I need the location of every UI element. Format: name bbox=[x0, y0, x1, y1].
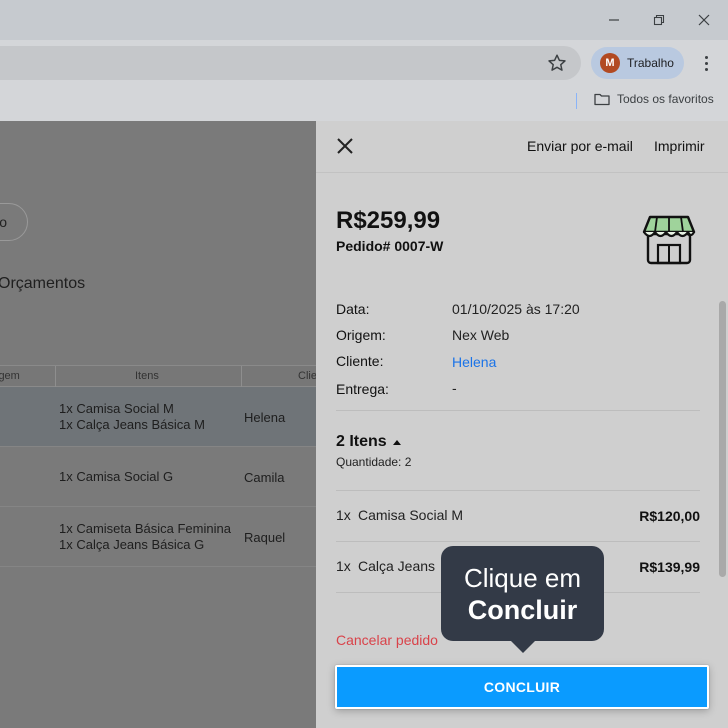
item-name: Calça Jeans bbox=[358, 558, 436, 574]
column-separator bbox=[241, 366, 242, 387]
row-client-cell: Raquel bbox=[244, 529, 286, 545]
pill-button-label: o bbox=[0, 214, 7, 230]
close-panel-button[interactable] bbox=[334, 135, 356, 157]
item-name: Camisa Social M bbox=[358, 507, 464, 523]
detail-value-date: 01/10/2025 às 17:20 bbox=[452, 301, 580, 317]
all-bookmarks-button[interactable]: Todos os favoritos bbox=[594, 92, 714, 106]
items-title: 2 Itens bbox=[336, 433, 387, 450]
item-price: R$139,99 bbox=[639, 559, 700, 575]
tutorial-tooltip: Clique em Concluir bbox=[441, 546, 604, 653]
tooltip-line-2: Concluir bbox=[467, 594, 578, 625]
row-client-cell: Camila bbox=[244, 469, 285, 485]
avatar: M bbox=[600, 53, 620, 73]
detail-label-delivery: Entrega: bbox=[336, 381, 389, 397]
detail-label-origin: Origem: bbox=[336, 327, 386, 343]
tooltip-line-1: Clique em bbox=[463, 562, 582, 593]
cancel-order-link[interactable]: Cancelar pedido bbox=[336, 632, 438, 648]
row-client-cell: Helena bbox=[244, 409, 286, 425]
store-icon bbox=[641, 212, 697, 266]
list-item: 1x Camisa Social M R$120,00 bbox=[336, 491, 700, 541]
items-toggle[interactable]: 2 Itens bbox=[336, 433, 401, 451]
menu-dot-icon bbox=[704, 67, 708, 71]
table-row[interactable]: 1x Camiseta Básica Feminina 1x Calça Jea… bbox=[0, 507, 316, 567]
table-row[interactable]: 1x Camisa Social M 1x Calça Jeans Básica… bbox=[0, 387, 316, 447]
detail-value-delivery: - bbox=[452, 380, 457, 396]
bookmarks-separator bbox=[576, 93, 577, 109]
detail-value-origin: Nex Web bbox=[452, 327, 510, 343]
item-price: R$120,00 bbox=[639, 508, 700, 524]
menu-dot-icon bbox=[704, 61, 708, 65]
row-item-line: 1x Calça Jeans Básica G bbox=[59, 537, 205, 552]
minimize-icon bbox=[609, 19, 619, 21]
browser-title-bar bbox=[0, 0, 728, 40]
row-item-line: 1x Camiseta Básica Feminina bbox=[59, 521, 231, 536]
item-qty: 1x bbox=[336, 558, 351, 574]
menu-dot-icon bbox=[704, 55, 708, 59]
client-link[interactable]: Helena bbox=[452, 354, 496, 370]
minimize-button[interactable] bbox=[600, 8, 628, 32]
print-button[interactable]: Imprimir bbox=[654, 138, 705, 154]
conclude-button[interactable]: CONCLUIR bbox=[335, 665, 709, 709]
column-header-items: Itens bbox=[135, 370, 159, 382]
row-item-line: 1x Camisa Social G bbox=[59, 469, 174, 484]
table-row[interactable]: 1x Camisa Social G Camila bbox=[0, 447, 316, 507]
page-heading: Orçamentos bbox=[0, 275, 86, 292]
close-window-button[interactable] bbox=[690, 8, 718, 32]
column-header-client: Clie bbox=[298, 370, 316, 382]
restore-icon bbox=[653, 14, 665, 26]
address-bar[interactable] bbox=[0, 46, 581, 80]
profile-button[interactable]: M Trabalho bbox=[591, 47, 684, 79]
caret-up-icon bbox=[392, 439, 401, 445]
page-pill-button[interactable]: o bbox=[0, 203, 28, 241]
conclude-button-label: CONCLUIR bbox=[483, 679, 561, 695]
order-total: R$259,99 bbox=[336, 207, 441, 234]
row-items-cell: 1x Camisa Social M 1x Calça Jeans Básica… bbox=[59, 387, 205, 447]
row-item-line: 1x Camisa Social M bbox=[59, 401, 174, 416]
order-number: Pedido# 0007-W bbox=[336, 238, 444, 254]
bookmarks-bar: Todos os favoritos bbox=[0, 86, 728, 121]
row-items-cell: 1x Camiseta Básica Feminina 1x Calça Jea… bbox=[59, 507, 231, 567]
send-email-button[interactable]: Enviar por e-mail bbox=[527, 138, 633, 154]
restore-button[interactable] bbox=[645, 8, 673, 32]
column-header-origin: igem bbox=[0, 370, 20, 382]
profile-name: Trabalho bbox=[627, 56, 674, 70]
detail-label-client: Cliente: bbox=[336, 353, 384, 369]
row-item-line: 1x Calça Jeans Básica M bbox=[59, 417, 205, 432]
divider bbox=[336, 410, 700, 411]
detail-label-date: Data: bbox=[336, 301, 370, 317]
item-qty: 1x bbox=[336, 507, 351, 523]
items-quantity: Quantidade: 2 bbox=[336, 455, 412, 469]
bookmark-star-button[interactable] bbox=[546, 52, 568, 74]
all-bookmarks-label: Todos os favoritos bbox=[617, 92, 714, 106]
orders-page-overlay[interactable]: o Orçamentos igem Itens Clie 1x Camisa S… bbox=[0, 121, 316, 728]
browser-menu-button[interactable] bbox=[698, 51, 714, 75]
table-header: igem Itens Clie bbox=[0, 365, 316, 387]
panel-header: Enviar por e-mail Imprimir bbox=[316, 121, 728, 173]
close-icon bbox=[698, 14, 710, 26]
close-icon bbox=[337, 138, 353, 154]
browser-toolbar: M Trabalho bbox=[0, 40, 728, 86]
folder-icon bbox=[594, 93, 610, 106]
column-separator bbox=[55, 366, 56, 387]
panel-scrollbar[interactable] bbox=[719, 301, 726, 577]
row-items-cell: 1x Camisa Social G bbox=[59, 447, 173, 507]
star-icon bbox=[548, 54, 566, 71]
